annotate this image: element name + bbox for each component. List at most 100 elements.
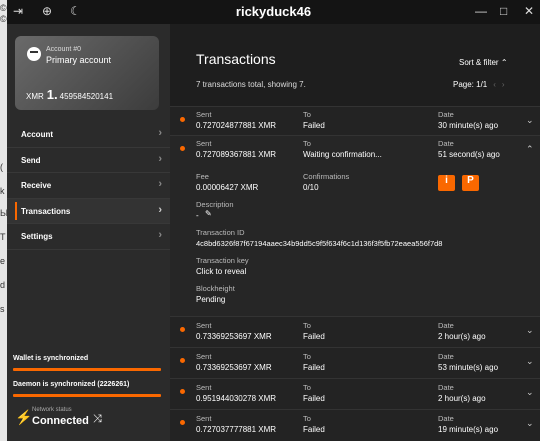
maximize-icon[interactable]: □: [500, 4, 507, 18]
chevron-down-icon[interactable]: ⌄: [526, 325, 534, 336]
sidebar: Account #0 Primary account XMR 1. 45958452…: [7, 24, 170, 441]
desktop-fragment: d: [0, 280, 6, 290]
sent-amount: 0.727089367881 XMR: [196, 150, 277, 159]
chevron-right-icon: ›: [158, 127, 162, 139]
transaction-row[interactable]: Sent 0.73369253697 XMR To Failed Date 53…: [170, 347, 540, 378]
balance-currency: XMR: [26, 92, 44, 101]
blockheight-label: Blockheight: [196, 284, 235, 293]
to-label: To: [303, 321, 311, 330]
sidebar-item-send[interactable]: Send ›: [7, 148, 170, 173]
desktop-fragment: (: [0, 162, 3, 172]
outgoing-dot-icon: [180, 146, 185, 151]
sidebar-item-account[interactable]: Account ›: [7, 122, 170, 148]
chevron-down-icon[interactable]: ⌄: [526, 387, 534, 398]
desktop-fragment: ©: [0, 14, 7, 24]
sent-amount: 0.727024877881 XMR: [196, 121, 277, 130]
outgoing-dot-icon: [180, 358, 185, 363]
to-label: To: [303, 110, 311, 119]
transaction-row[interactable]: Sent 0.727024877881 XMR To Failed Date 3…: [170, 106, 540, 135]
transaction-row[interactable]: Sent 0.951944030278 XMR To Failed Date 2…: [170, 378, 540, 409]
to-value: Failed: [303, 121, 325, 130]
sidebar-item-label: Send: [21, 155, 41, 165]
to-value: Failed: [303, 363, 325, 372]
close-icon[interactable]: ✕: [524, 4, 534, 18]
sidebar-menu: Account › Send › Receive › Transactions › Se…: [7, 122, 170, 250]
account-index: Account #0: [46, 46, 82, 53]
date-label: Date: [438, 110, 454, 119]
daemon-sync-progress: [13, 394, 161, 397]
sort-filter-button[interactable]: Sort & filter ⌃: [459, 58, 508, 67]
transaction-row[interactable]: Sent 0.727037777881 XMR To Failed Date 1…: [170, 409, 540, 441]
info-button[interactable]: i: [438, 175, 455, 191]
edit-icon[interactable]: ✎: [205, 209, 212, 218]
account-balance: XMR 1. 459584520141: [26, 87, 113, 102]
sidebar-item-transactions[interactable]: Transactions ›: [7, 198, 170, 224]
sent-label: Sent: [196, 414, 212, 423]
date-label: Date: [438, 352, 454, 361]
outgoing-dot-icon: [180, 420, 185, 425]
sidebar-item-receive[interactable]: Receive ›: [7, 173, 170, 199]
chevron-up-icon: ⌃: [500, 58, 508, 67]
chevron-right-icon: ›: [158, 152, 162, 165]
chevron-down-icon[interactable]: ⌄: [526, 356, 534, 367]
desktop-fragment: T: [0, 232, 6, 242]
description-label: Description: [196, 200, 234, 209]
wallet-window: ⇥ ⊕ ☾ rickyduck46 — □ ✕ Account #0 Prima…: [7, 0, 540, 441]
chevron-up-icon[interactable]: ⌃: [526, 144, 534, 155]
date-value: 51 second(s) ago: [438, 150, 500, 159]
wallet-sync-status: Wallet is synchronized: [13, 355, 89, 362]
sent-amount: 0.73369253697 XMR: [196, 363, 272, 372]
next-page-icon[interactable]: ›: [502, 80, 505, 89]
date-label: Date: [438, 321, 454, 330]
txkey-label: Transaction key: [196, 256, 249, 265]
sidebar-item-settings[interactable]: Settings ›: [7, 224, 170, 250]
chevron-down-icon[interactable]: ⌄: [526, 115, 534, 126]
date-value: 53 minute(s) ago: [438, 363, 499, 372]
sent-label: Sent: [196, 139, 212, 148]
chevron-right-icon: ›: [158, 178, 162, 190]
txid-value[interactable]: 4c8bd6326f87f67194aaec34b9dd5c9f5f634f6c…: [196, 239, 442, 248]
prev-page-icon[interactable]: ‹: [493, 80, 496, 89]
date-label: Date: [438, 414, 454, 423]
sent-label: Sent: [196, 110, 212, 119]
minimize-icon[interactable]: —: [475, 4, 487, 18]
transactions-summary: 7 transactions total, showing 7.: [196, 80, 306, 89]
balance-integer: 1.: [46, 87, 58, 102]
sent-label: Sent: [196, 352, 212, 361]
to-label: To: [303, 383, 311, 392]
monero-logo-icon: [27, 47, 41, 61]
outgoing-dot-icon: [180, 389, 185, 394]
txkey-reveal[interactable]: Click to reveal: [196, 267, 246, 276]
transaction-row[interactable]: Sent 0.73369253697 XMR To Failed Date 2 …: [170, 316, 540, 347]
desktop-fragment: ©: [0, 3, 7, 13]
sent-amount: 0.727037777881 XMR: [196, 425, 277, 434]
chevron-right-icon: ›: [158, 229, 162, 241]
fee-label: Fee: [196, 172, 209, 181]
lightning-icon: ⚡: [15, 409, 33, 425]
chevron-down-icon[interactable]: ⌄: [526, 418, 534, 429]
description-value: -: [196, 211, 199, 220]
to-label: To: [303, 414, 311, 423]
to-value: Failed: [303, 394, 325, 403]
sidebar-item-label: Account: [21, 130, 53, 139]
network-status-value: Connected: [32, 415, 89, 427]
transactions-panel: Transactions Sort & filter ⌃ 7 transacti…: [170, 24, 540, 441]
pagination: Page: 1/1 ‹ ›: [453, 80, 505, 89]
date-value: 2 hour(s) ago: [438, 332, 486, 341]
desktop-fragment: k: [0, 186, 5, 196]
sidebar-item-label: Transactions: [21, 206, 71, 216]
sidebar-item-label: Settings: [21, 232, 53, 241]
sort-filter-label: Sort & filter: [459, 58, 499, 67]
transaction-row-expanded[interactable]: Sent 0.727089367881 XMR To Waiting confi…: [170, 135, 540, 316]
to-value: Failed: [303, 425, 325, 434]
date-label: Date: [438, 139, 454, 148]
outgoing-dot-icon: [180, 327, 185, 332]
page-title: Transactions: [196, 51, 276, 67]
date-value: 19 minute(s) ago: [438, 425, 499, 434]
date-value: 30 minute(s) ago: [438, 121, 499, 130]
account-card[interactable]: Account #0 Primary account XMR 1. 45958452…: [15, 36, 159, 110]
proof-button[interactable]: P: [462, 175, 479, 191]
confirmations-label: Confirmations: [303, 172, 350, 181]
txid-label: Transaction ID: [196, 228, 245, 237]
shuffle-icon[interactable]: ⤨: [93, 413, 102, 426]
